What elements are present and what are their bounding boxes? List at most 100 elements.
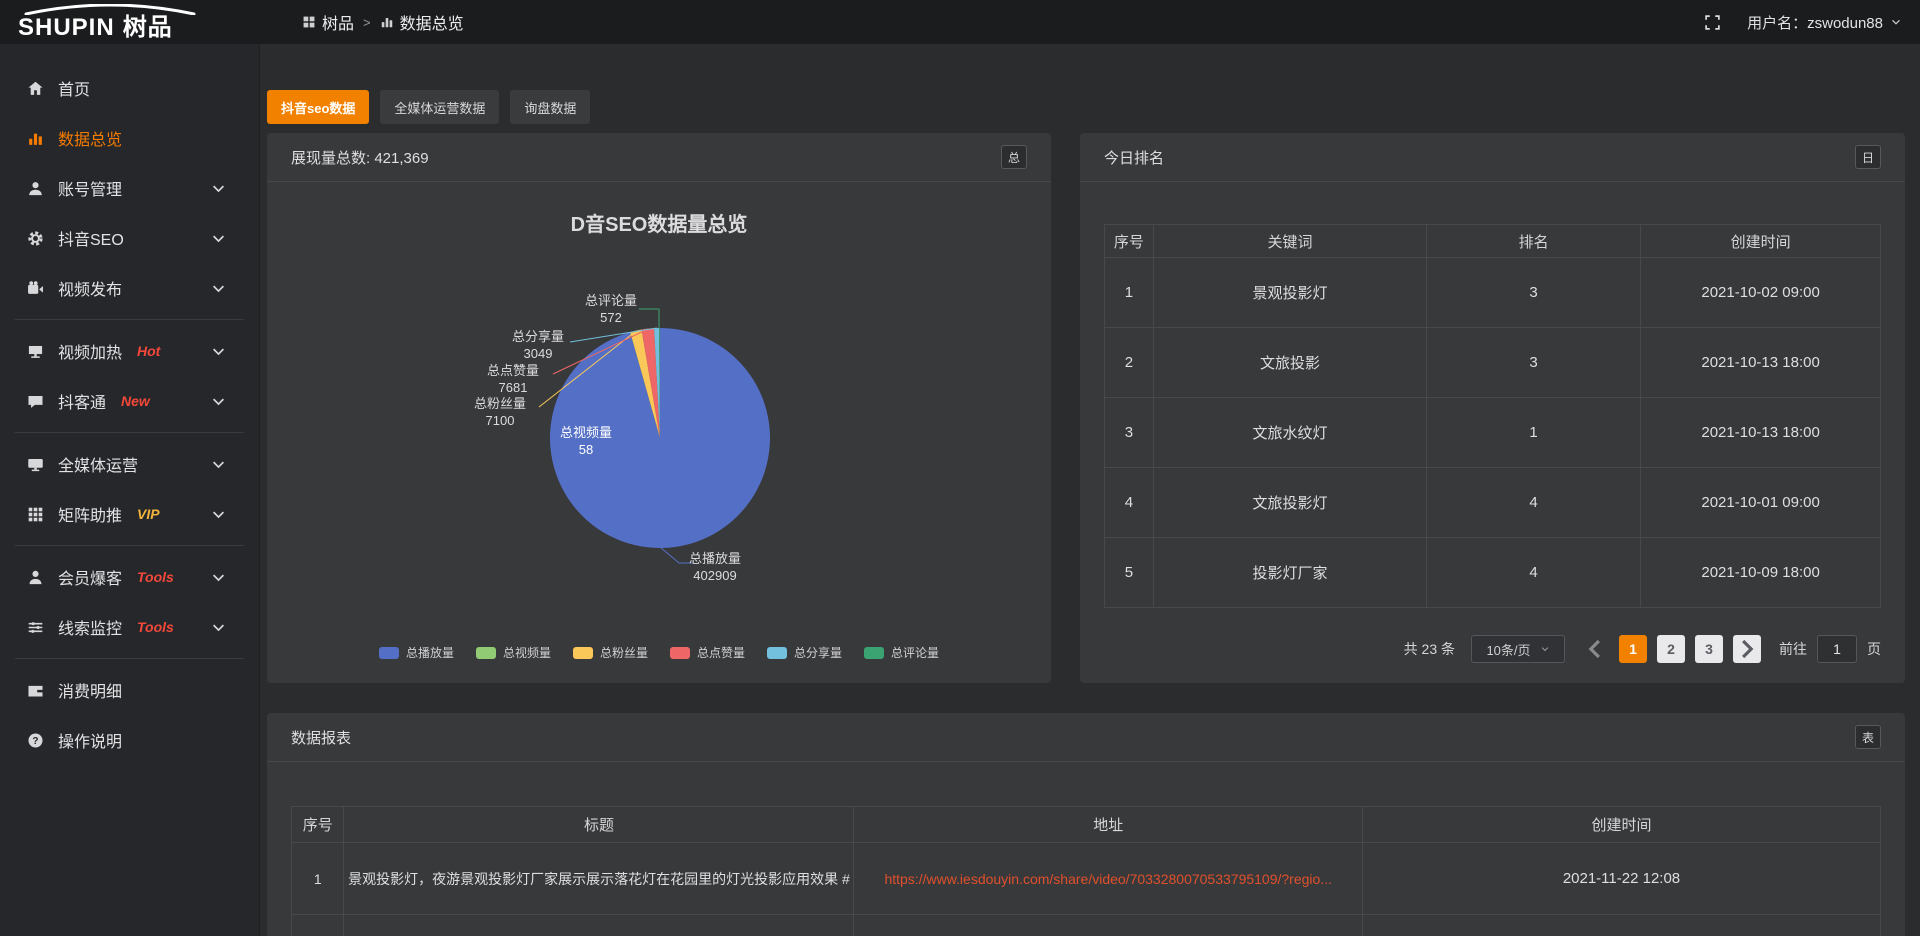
legend-swatch [767, 647, 787, 659]
sidebar-item-media-ops[interactable]: 全媒体运营 [0, 439, 259, 489]
fullscreen-icon[interactable] [1704, 14, 1721, 31]
table-cell [1362, 915, 1880, 936]
page-button-1[interactable]: 1 [1619, 635, 1647, 663]
sidebar-item-data-overview[interactable]: 数据总览 [0, 113, 259, 163]
rank-index-cell: 1 [1105, 258, 1154, 328]
sidebar: 首页数据总览账号管理抖音SEO 视频发布视频加热Hot抖客通New 全媒体运营矩阵助… [0, 44, 260, 936]
column-header: 创建时间 [1641, 225, 1881, 258]
breadcrumb-label: 数据总览 [400, 10, 464, 34]
report-table-badge[interactable]: 表 [1855, 725, 1881, 749]
chevron-down-icon[interactable] [210, 280, 227, 297]
sidebar-item-label: 数据总览 [58, 126, 122, 150]
chevron-down-icon[interactable] [210, 393, 227, 410]
page-button-2[interactable]: 2 [1657, 635, 1685, 663]
ranking-panel: 今日排名 日 序号关键词排名创建时间1景观投影灯32021-10-02 09:0… [1080, 133, 1905, 683]
sidebar-item-member-burst[interactable]: 会员爆客Tools [0, 552, 259, 602]
page-size-select[interactable]: 10条/页 [1471, 635, 1565, 663]
overview-panel: 展现量总数: 421,369 总 D音SEO数据量总览 总播放量402909总视… [267, 133, 1051, 683]
legend-item-总视频量[interactable]: 总视频量 [476, 644, 551, 661]
sidebar-item-doukotong[interactable]: 抖客通New [0, 376, 259, 426]
rank-cell: 1 [1427, 398, 1641, 468]
chevron-down-icon[interactable] [210, 456, 227, 473]
created-time-cell: 2021-10-13 18:00 [1641, 398, 1881, 468]
keyword-cell: 投影灯厂家 [1153, 538, 1426, 608]
rank-cell: 4 [1427, 538, 1641, 608]
chevron-down-icon[interactable] [210, 619, 227, 636]
chevron-down-icon[interactable] [210, 180, 227, 197]
column-header: 创建时间 [1362, 807, 1880, 843]
sidebar-item-douyin-seo[interactable]: 抖音SEO [0, 213, 259, 263]
created-time-cell: 2021-10-09 18:00 [1641, 538, 1881, 608]
tab-douyin-seo-data[interactable]: 抖音seo数据 [267, 90, 369, 124]
video-link[interactable]: https://www.iesdouyin.com/share/video/70… [854, 843, 1362, 915]
sidebar-divider [15, 432, 244, 433]
ranking-panel-title: 今日排名 [1104, 147, 1164, 168]
column-header: 关键词 [1153, 225, 1426, 258]
legend-item-总点赞量[interactable]: 总点赞量 [670, 644, 745, 661]
chevron-down-icon[interactable] [210, 506, 227, 523]
report-table-area: 序号标题地址创建时间1景观投影灯，夜游景观投影灯厂家展示展示落花灯在花园里的灯光… [267, 762, 1905, 936]
home-icon [27, 80, 44, 97]
sidebar-item-label: 首页 [58, 76, 90, 100]
sidebar-item-video-heat[interactable]: 视频加热Hot [0, 326, 259, 376]
sidebar-item-badge: New [121, 393, 150, 409]
breadcrumb-item-shupin[interactable]: 树品 [302, 10, 354, 34]
sidebar-item-matrix-boost[interactable]: 矩阵助推VIP [0, 489, 259, 539]
question-icon: ? [27, 732, 44, 749]
page-size-label: 10条/页 [1486, 640, 1530, 659]
column-header: 排名 [1427, 225, 1641, 258]
keyword-cell: 文旅投影 [1153, 328, 1426, 398]
column-header: 标题 [344, 807, 854, 843]
legend-item-总粉丝量[interactable]: 总粉丝量 [573, 644, 648, 661]
prev-page-button[interactable] [1581, 635, 1609, 663]
breadcrumb-item-data-overview[interactable]: 数据总览 [380, 10, 464, 34]
legend-label: 总评论量 [891, 644, 939, 661]
sidebar-item-clue-monitor[interactable]: 线索监控Tools [0, 602, 259, 652]
breadcrumb-separator: > [363, 15, 371, 30]
ranking-table-area: 序号关键词排名创建时间1景观投影灯32021-10-02 09:002文旅投影3… [1080, 182, 1905, 683]
created-time-cell: 2021-10-01 09:00 [1641, 468, 1881, 538]
legend-label: 总点赞量 [697, 644, 745, 661]
legend-swatch [670, 647, 690, 659]
chevron-down-icon[interactable] [210, 343, 227, 360]
rank-cell: 3 [1427, 328, 1641, 398]
next-page-button[interactable] [1733, 635, 1761, 663]
chevron-down-icon[interactable] [210, 230, 227, 247]
main-content: 抖音seo数据全媒体运营数据询盘数据 展现量总数: 421,369 总 D音SE… [260, 44, 1920, 936]
sidebar-item-label: 视频发布 [58, 276, 122, 300]
rank-index-cell: 2 [1105, 328, 1154, 398]
table-row: 5投影灯厂家42021-10-09 18:00 [1105, 538, 1881, 608]
sliders-icon [27, 619, 44, 636]
table-row: 2文旅投影32021-10-13 18:00 [1105, 328, 1881, 398]
report-table: 序号标题地址创建时间1景观投影灯，夜游景观投影灯厂家展示展示落花灯在花园里的灯光… [291, 806, 1881, 936]
chevron-down-icon[interactable] [210, 569, 227, 586]
rank-index-cell: 5 [1105, 538, 1154, 608]
keyword-cell: 文旅投影灯 [1153, 468, 1426, 538]
legend-item-总播放量[interactable]: 总播放量 [379, 644, 454, 661]
page-button-3[interactable]: 3 [1695, 635, 1723, 663]
overview-total-badge[interactable]: 总 [1001, 145, 1027, 169]
grid-icon [302, 15, 316, 29]
ranking-day-badge[interactable]: 日 [1855, 145, 1881, 169]
user-menu[interactable]: 用户名：zswodun88 [1747, 12, 1902, 33]
sidebar-item-label: 全媒体运营 [58, 452, 138, 476]
legend-swatch [476, 647, 496, 659]
legend-item-总评论量[interactable]: 总评论量 [864, 644, 939, 661]
legend-swatch [573, 647, 593, 659]
gear-icon [27, 230, 44, 247]
sidebar-item-label: 操作说明 [58, 728, 122, 752]
chevron-down-icon [1540, 644, 1550, 654]
goto-page-input[interactable] [1817, 635, 1857, 663]
sidebar-item-account-manage[interactable]: 账号管理 [0, 163, 259, 213]
legend-item-总分享量[interactable]: 总分享量 [767, 644, 842, 661]
bar-chart-icon [27, 130, 44, 147]
tab-inquiry-data[interactable]: 询盘数据 [510, 90, 590, 124]
table-row-partial [292, 915, 1881, 936]
sidebar-item-video-publish[interactable]: 视频发布 [0, 263, 259, 313]
sidebar-item-home[interactable]: 首页 [0, 63, 259, 113]
table-row: 1景观投影灯32021-10-02 09:00 [1105, 258, 1881, 328]
chevron-down-icon [1890, 16, 1902, 28]
sidebar-item-consumption[interactable]: 消费明细 [0, 665, 259, 715]
sidebar-item-instructions[interactable]: ? 操作说明 [0, 715, 259, 765]
tab-media-ops-data[interactable]: 全媒体运营数据 [380, 90, 499, 124]
